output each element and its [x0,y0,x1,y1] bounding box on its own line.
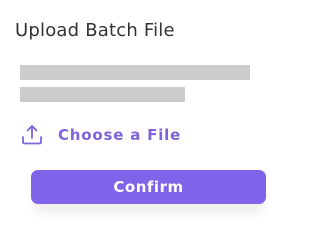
description-placeholder-line [20,65,250,80]
confirm-button[interactable]: Confirm [31,170,266,204]
dialog-title: Upload Batch File [15,20,175,41]
choose-file-label: Choose a File [58,126,182,144]
description-placeholder-line [20,87,185,102]
choose-file-button[interactable]: Choose a File [20,123,181,147]
upload-icon [20,123,44,147]
